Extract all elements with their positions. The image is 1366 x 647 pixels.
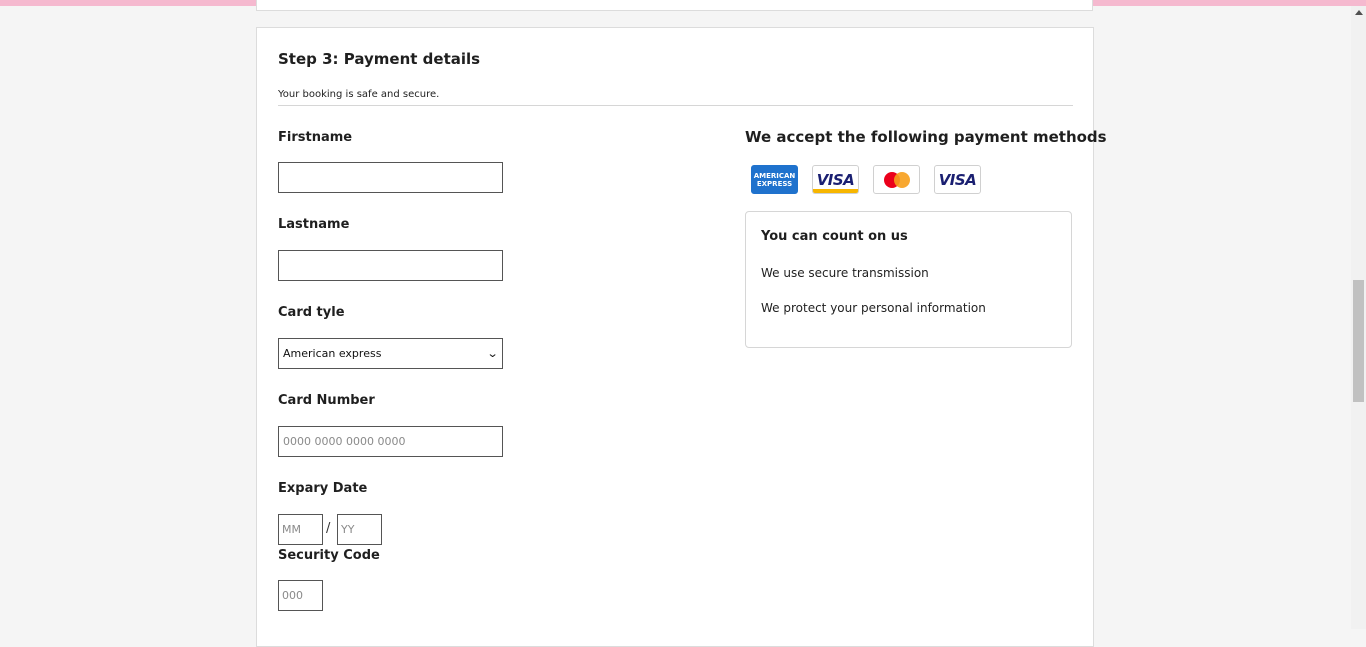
- trust-line-privacy: We protect your personal information: [761, 301, 986, 315]
- card-type-label: Card tyle: [278, 305, 345, 320]
- visa-icon: VISA: [934, 165, 981, 194]
- card-number-label: Card Number: [278, 393, 375, 408]
- mastercard-icon: [873, 165, 920, 194]
- payment-methods-title: We accept the following payment methods: [745, 128, 1107, 146]
- firstname-label: Firstname: [278, 130, 353, 145]
- card-number-input[interactable]: [278, 426, 503, 457]
- expiry-date-label: Expary Date: [278, 481, 368, 496]
- payment-details-card: Step 3: Payment details Your booking is …: [256, 27, 1107, 647]
- trust-title: You can count on us: [761, 229, 908, 244]
- visa-text: VISA: [816, 170, 855, 189]
- scroll-up-icon[interactable]: [1355, 10, 1363, 15]
- visa-icon: VISA: [812, 165, 859, 194]
- visa-text: VISA: [938, 170, 977, 189]
- expiry-month-input[interactable]: [278, 514, 323, 545]
- trust-line-transmission: We use secure transmission: [761, 266, 929, 280]
- previous-step-card: [256, 0, 1093, 11]
- trust-box: You can count on us We use secure transm…: [745, 211, 1072, 348]
- visa-gold-band: [813, 189, 858, 193]
- firstname-input[interactable]: [278, 162, 503, 193]
- mastercard-circles: [883, 171, 910, 188]
- expiry-year-input[interactable]: [337, 514, 382, 545]
- amex-text-line1: AMERICAN: [753, 171, 796, 180]
- card-type-select[interactable]: American express ⌄: [278, 338, 503, 369]
- scrollbar-thumb[interactable]: [1353, 280, 1364, 402]
- lastname-label: Lastname: [278, 217, 350, 232]
- expiry-separator: /: [326, 521, 331, 536]
- vertical-scrollbar[interactable]: [1351, 6, 1366, 629]
- security-code-label: Security Code: [278, 548, 380, 563]
- lastname-input[interactable]: [278, 250, 503, 281]
- security-code-input[interactable]: [278, 580, 323, 611]
- chevron-down-icon: ⌄: [486, 347, 499, 360]
- section-divider: [278, 105, 1073, 106]
- card-type-selected-value: American express: [283, 347, 382, 360]
- payment-method-icons: AMERICAN EXPRESS VISA VISA: [751, 165, 981, 194]
- amex-icon: AMERICAN EXPRESS: [751, 165, 798, 194]
- step-title: Step 3: Payment details: [278, 50, 481, 68]
- step-subtitle: Your booking is safe and secure.: [278, 89, 440, 100]
- amex-text-line2: EXPRESS: [756, 179, 793, 188]
